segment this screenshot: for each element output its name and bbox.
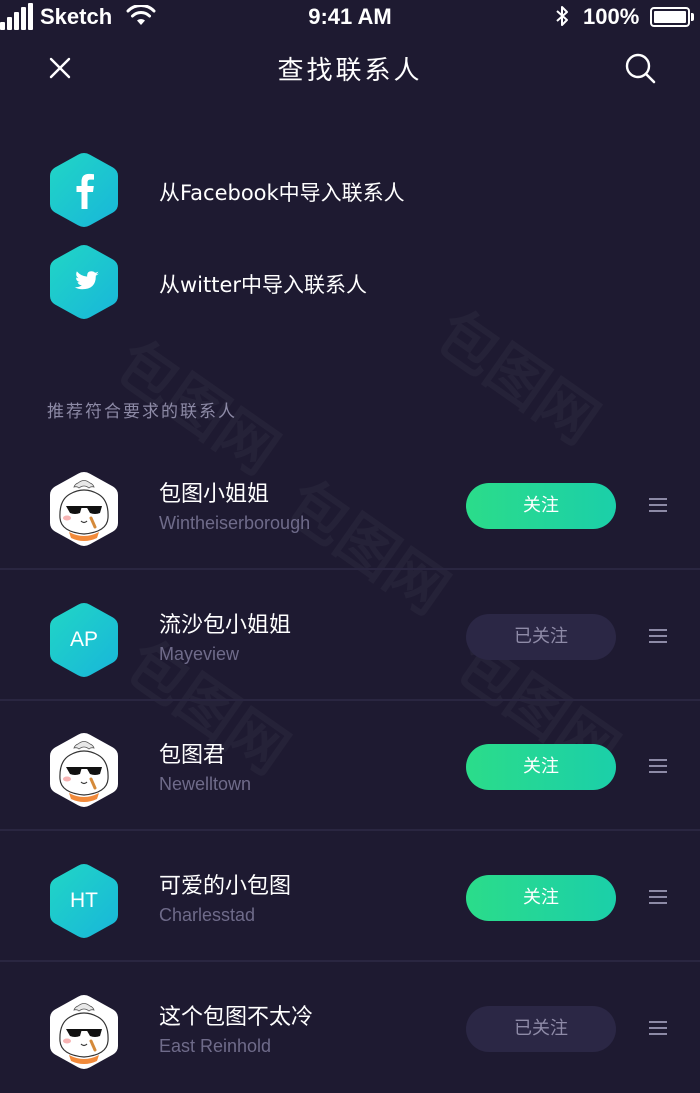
contact-row: 这个包图不太冷 East Reinhold 已关注: [0, 963, 700, 1093]
contact-row: AP 流沙包小姐姐 Mayeview 已关注: [0, 571, 700, 701]
battery-percent: 100%: [583, 4, 640, 29]
drag-handle-icon[interactable]: [649, 629, 667, 643]
contact-location: Wintheiserborough: [159, 513, 311, 533]
followed-button[interactable]: 已关注: [466, 1006, 616, 1052]
bun-mascot-avatar: [50, 733, 118, 807]
follow-button[interactable]: 关注: [466, 744, 616, 790]
contact-row: HT 可爱的小包图 Charlesstad 关注: [0, 832, 700, 962]
avatar-initials: AP: [69, 628, 98, 651]
status-bar: Sketch 9:41 AM 100%: [0, 0, 700, 34]
contact-name: 可爱的小包图: [159, 874, 292, 899]
contact-row: 包图君 Newelltown 关注: [0, 701, 700, 831]
drag-handle-icon[interactable]: [649, 498, 667, 512]
battery-icon: [650, 7, 694, 27]
divider: [0, 829, 700, 831]
contact-location: Mayeview: [159, 644, 240, 664]
contact-name: 包图小姐姐: [159, 482, 270, 507]
bun-mascot-avatar: [50, 472, 118, 546]
nav-bar: 查找联系人: [0, 40, 700, 96]
avatar-initials: HT: [70, 889, 98, 912]
divider: [0, 568, 700, 570]
bluetooth-icon: [556, 6, 568, 26]
contact-name: 包图君: [159, 743, 226, 768]
followed-button[interactable]: 已关注: [466, 614, 616, 660]
drag-handle-icon[interactable]: [649, 890, 667, 904]
drag-handle-icon[interactable]: [649, 759, 667, 773]
follow-button[interactable]: 关注: [466, 875, 616, 921]
contact-location: Charlesstad: [159, 905, 256, 925]
follow-button[interactable]: 关注: [466, 483, 616, 529]
import-twitter-label: 从witter中导入联系人: [159, 273, 368, 297]
page-title: 查找联系人: [277, 56, 423, 86]
contact-row: 包图小姐姐 Wintheiserborough 关注: [0, 440, 700, 570]
bun-mascot-avatar: [50, 995, 118, 1069]
section-title: 推荐符合要求的联系人: [47, 402, 237, 422]
contact-location: Newelltown: [159, 774, 252, 794]
contact-name: 流沙包小姐姐: [159, 613, 292, 638]
contact-name: 这个包图不太冷: [159, 1005, 314, 1030]
import-facebook-label: 从Facebook中导入联系人: [159, 181, 405, 205]
drag-handle-icon[interactable]: [649, 1021, 667, 1035]
twitter-icon: [50, 245, 118, 319]
facebook-icon: [50, 153, 118, 227]
import-facebook-row[interactable]: 从Facebook中导入联系人: [0, 151, 700, 231]
search-icon[interactable]: [620, 48, 660, 88]
divider: [0, 960, 700, 962]
contact-location: East Reinhold: [159, 1036, 272, 1056]
import-twitter-row[interactable]: 从witter中导入联系人: [0, 243, 700, 323]
